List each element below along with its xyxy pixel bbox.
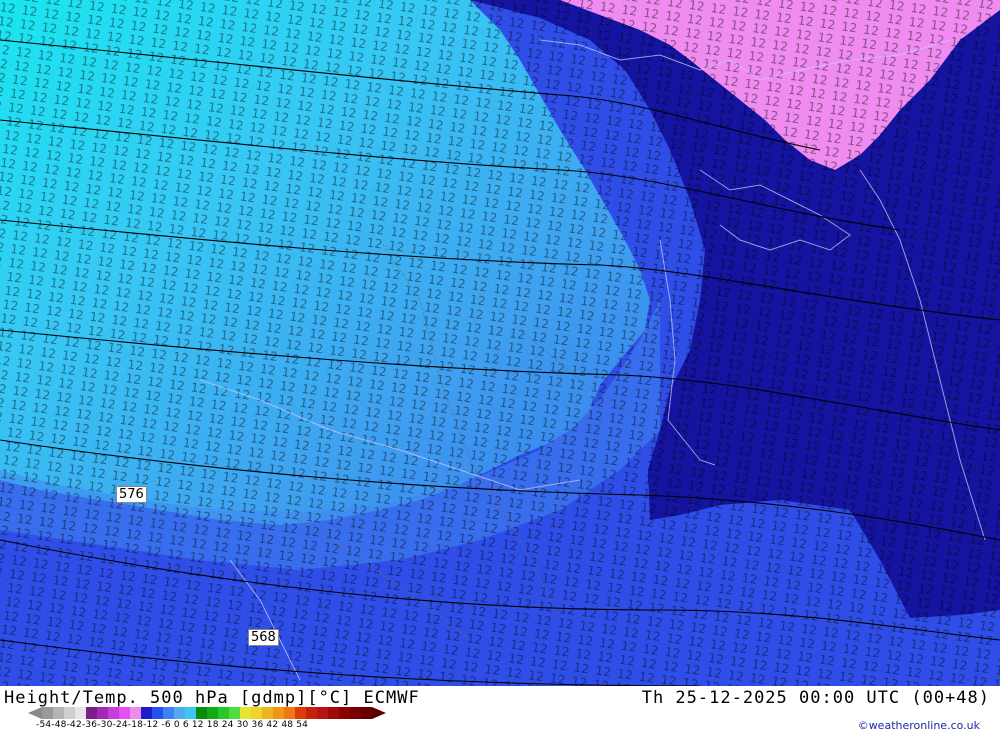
colorbar-tick-labels: -54-48-42-36-30-24-18-12 -6 0 6 12 18 24…	[36, 720, 309, 730]
colorbar-swatch	[361, 707, 372, 719]
colorbar-swatch	[350, 707, 361, 719]
temperature-colorbar	[28, 707, 386, 719]
colorbar-swatch	[119, 707, 130, 719]
contour-label: 568	[248, 629, 279, 646]
colorbar-swatch	[240, 707, 251, 719]
colorbar-swatch	[317, 707, 328, 719]
colorbar-swatch	[42, 707, 53, 719]
map-title: Height/Temp. 500 hPa [gdmp][°C] ECMWF	[4, 688, 420, 708]
colorbar-low-arrow-icon	[28, 707, 42, 719]
contour-digit-overlay	[0, 0, 1000, 686]
colorbar-swatch	[97, 707, 108, 719]
colorbar-swatch	[130, 707, 141, 719]
colorbar-swatch	[53, 707, 64, 719]
colorbar-swatch	[306, 707, 317, 719]
map-footer: Height/Temp. 500 hPa [gdmp][°C] ECMWF Th…	[0, 686, 1000, 733]
colorbar-swatch	[163, 707, 174, 719]
colorbar-swatch	[174, 707, 185, 719]
colorbar-swatch	[229, 707, 240, 719]
colorbar-swatch	[64, 707, 75, 719]
colorbar-swatch	[339, 707, 350, 719]
colorbar-swatch	[75, 707, 86, 719]
colorbar-swatch	[141, 707, 152, 719]
colorbar-swatch	[185, 707, 196, 719]
forecast-datetime: Th 25-12-2025 00:00 UTC (00+48)	[641, 688, 990, 708]
credit-link[interactable]: ©weatheronline.co.uk	[858, 719, 980, 732]
colorbar-swatch	[251, 707, 262, 719]
contour-label: 576	[116, 486, 147, 503]
colorbar-swatch	[328, 707, 339, 719]
colorbar-high-arrow-icon	[372, 707, 386, 719]
colorbar-swatch	[218, 707, 229, 719]
colorbar-swatch	[86, 707, 97, 719]
colorbar-swatch	[295, 707, 306, 719]
colorbar-swatch	[273, 707, 284, 719]
colorbar-swatch	[284, 707, 295, 719]
weather-map: 1 2	[0, 0, 1000, 686]
map-canvas: 1 2	[0, 0, 1000, 686]
colorbar-swatch	[207, 707, 218, 719]
colorbar-swatch	[196, 707, 207, 719]
colorbar-swatch	[262, 707, 273, 719]
colorbar-swatch	[152, 707, 163, 719]
colorbar-swatch	[108, 707, 119, 719]
